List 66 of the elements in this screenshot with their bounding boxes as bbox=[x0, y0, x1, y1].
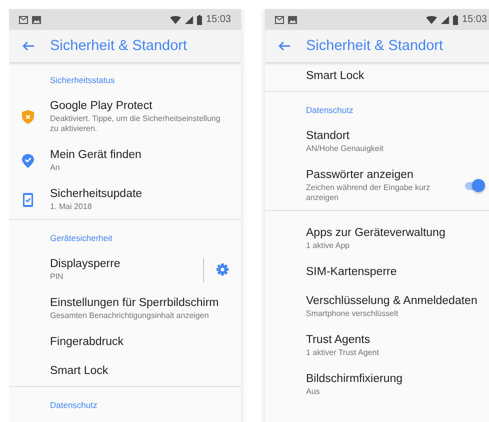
item-title: Passwörter anzeigen bbox=[306, 168, 414, 183]
settings-item[interactable]: Einstellungen für Sperrbildschirm Gesamten Benachrichtigungsinhalt anzeigen bbox=[9, 289, 241, 328]
settings-item[interactable]: Sicherheitsupdate 1. Mai 2018 bbox=[9, 180, 241, 219]
screen-title: Sicherheit & Standort bbox=[50, 38, 188, 54]
back-arrow-icon[interactable] bbox=[22, 41, 34, 51]
item-title: Google Play Protect bbox=[50, 99, 154, 114]
screen-title: Sicherheit & Standort bbox=[306, 38, 444, 54]
item-title: Trust Agents bbox=[306, 333, 372, 348]
item-title: SIM-Kartensperre bbox=[306, 265, 398, 280]
settings-item[interactable]: SIM-Kartensperre bbox=[265, 258, 489, 287]
item-subtitle: Zeichen während der Eingabe kurz anzeigen bbox=[306, 183, 432, 203]
settings-item[interactable]: Displaysperre PIN bbox=[9, 250, 241, 289]
settings-item[interactable]: Trust Agents 1 aktiver Trust Agent bbox=[265, 326, 489, 365]
settings-item[interactable]: Smart Lock bbox=[9, 357, 241, 386]
item-subtitle: Deaktiviert. Tippe, um die Sicherheitseinstellung zu aktivieren. bbox=[50, 114, 222, 134]
item-title: Smart Lock bbox=[50, 364, 110, 379]
item-subtitle: Smartphone verschlüsselt bbox=[306, 309, 400, 319]
settings-item[interactable]: Bildschirmfixierung Aus bbox=[265, 365, 489, 404]
item-subtitle: Aus bbox=[306, 387, 321, 397]
item-subtitle: AN/Hohe Genauigkeit bbox=[306, 144, 384, 154]
signal-icon bbox=[440, 16, 449, 24]
item-subtitle: 1 aktive App bbox=[306, 241, 351, 251]
settings-item[interactable]: Mein Gerät finden An bbox=[9, 141, 241, 180]
item-title: Apps zur Geräteverwaltung bbox=[306, 226, 446, 241]
item-subtitle: 1. Mai 2018 bbox=[50, 202, 93, 212]
settings-item[interactable]: Google Play Protect Deaktiviert. Tippe, um die Sicherheitseinstellung zu aktivieren. bbox=[9, 92, 241, 141]
shield-icon bbox=[22, 110, 34, 124]
item-title: Displaysperre bbox=[50, 257, 122, 272]
wifi-icon bbox=[170, 16, 181, 24]
item-title: Einstellungen für Sperrbildschirm bbox=[50, 296, 220, 311]
section-header: Sicherheitsstatus bbox=[49, 74, 116, 87]
item-title: Verschlüsselung & Anmeldedaten bbox=[306, 294, 478, 309]
notification-icon bbox=[19, 16, 28, 24]
back-arrow-icon[interactable] bbox=[278, 41, 290, 51]
clock-time: 15:03 bbox=[462, 14, 487, 25]
image-icon bbox=[288, 16, 297, 24]
item-title: Standort bbox=[306, 129, 350, 144]
item-subtitle: 1 aktiver Trust Agent bbox=[306, 348, 380, 358]
item-title: Bildschirmfixierung bbox=[306, 372, 404, 387]
wifi-icon bbox=[426, 16, 437, 24]
section-header: Datenschutz bbox=[305, 104, 354, 117]
battery-icon bbox=[196, 14, 202, 24]
settings-item[interactable]: Apps zur Geräteverwaltung 1 aktive App bbox=[265, 219, 489, 258]
image-icon bbox=[32, 16, 41, 24]
settings-item[interactable]: Standort AN/Hohe Genauigkeit bbox=[265, 122, 489, 161]
item-title: Smart Lock bbox=[306, 69, 366, 84]
settings-item[interactable]: Fingerabdruck bbox=[9, 328, 241, 357]
settings-item[interactable]: Smart Lock bbox=[265, 62, 489, 91]
section-header: Gerätesicherheit bbox=[49, 232, 114, 245]
phone-check-icon bbox=[22, 192, 34, 206]
location-check-icon bbox=[22, 154, 34, 168]
toggle-switch[interactable] bbox=[465, 178, 485, 192]
clock-time: 15:03 bbox=[206, 14, 231, 25]
item-title: Fingerabdruck bbox=[50, 335, 125, 350]
item-subtitle: PIN bbox=[50, 272, 64, 282]
settings-icon[interactable] bbox=[216, 263, 229, 276]
item-title: Mein Gerät finden bbox=[50, 148, 142, 163]
battery-icon bbox=[452, 14, 458, 24]
settings-item[interactable]: Verschlüsselung & Anmeldedaten Smartphone verschlüsselt bbox=[265, 287, 489, 326]
item-subtitle: An bbox=[50, 163, 61, 173]
item-subtitle: Gesamten Benachrichtigungsinhalt anzeigen bbox=[50, 311, 210, 321]
notification-icon bbox=[275, 16, 284, 24]
item-title: Sicherheitsupdate bbox=[50, 187, 144, 202]
section-header: Datenschutz bbox=[49, 399, 98, 412]
settings-item[interactable]: Passwörter anzeigen Zeichen während der Eingabe kurz anzeigen bbox=[265, 161, 489, 210]
signal-icon bbox=[184, 16, 193, 24]
